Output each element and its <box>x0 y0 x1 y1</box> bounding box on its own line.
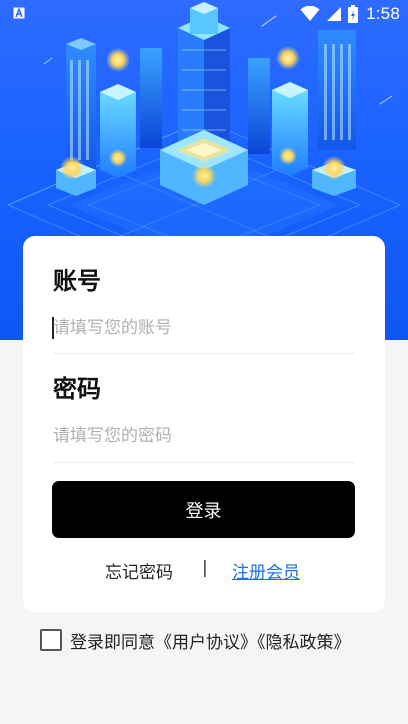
agreement-text[interactable]: 登录即同意《用户协议》《隐私政策》 <box>70 628 351 653</box>
password-divider <box>53 462 355 463</box>
register-link[interactable]: 注册会员 <box>232 558 300 583</box>
account-input[interactable] <box>53 306 355 350</box>
wifi-icon <box>300 6 320 21</box>
status-icons: 1:58 <box>300 3 400 25</box>
account-divider <box>53 353 355 354</box>
agreement-row: 登录即同意《用户协议》《隐私政策》 <box>40 628 351 653</box>
battery-charging-icon <box>348 5 359 23</box>
status-bar: 1:58 <box>0 0 408 28</box>
forgot-password-link[interactable]: 忘记密码 <box>105 558 173 583</box>
agreement-checkbox[interactable] <box>40 629 62 651</box>
auth-links: 忘记密码 | 注册会员 <box>23 558 385 583</box>
signal-icon <box>327 7 342 21</box>
links-separator: | <box>202 558 208 578</box>
account-label: 账号 <box>53 267 101 295</box>
login-button[interactable]: 登录 <box>52 481 355 538</box>
password-label: 密码 <box>53 375 101 403</box>
password-input[interactable] <box>53 414 355 458</box>
a-letter-icon <box>13 7 25 19</box>
status-time: 1:58 <box>366 4 400 23</box>
login-card: 账号 密码 登录 忘记密码 | 注册会员 <box>23 236 385 612</box>
